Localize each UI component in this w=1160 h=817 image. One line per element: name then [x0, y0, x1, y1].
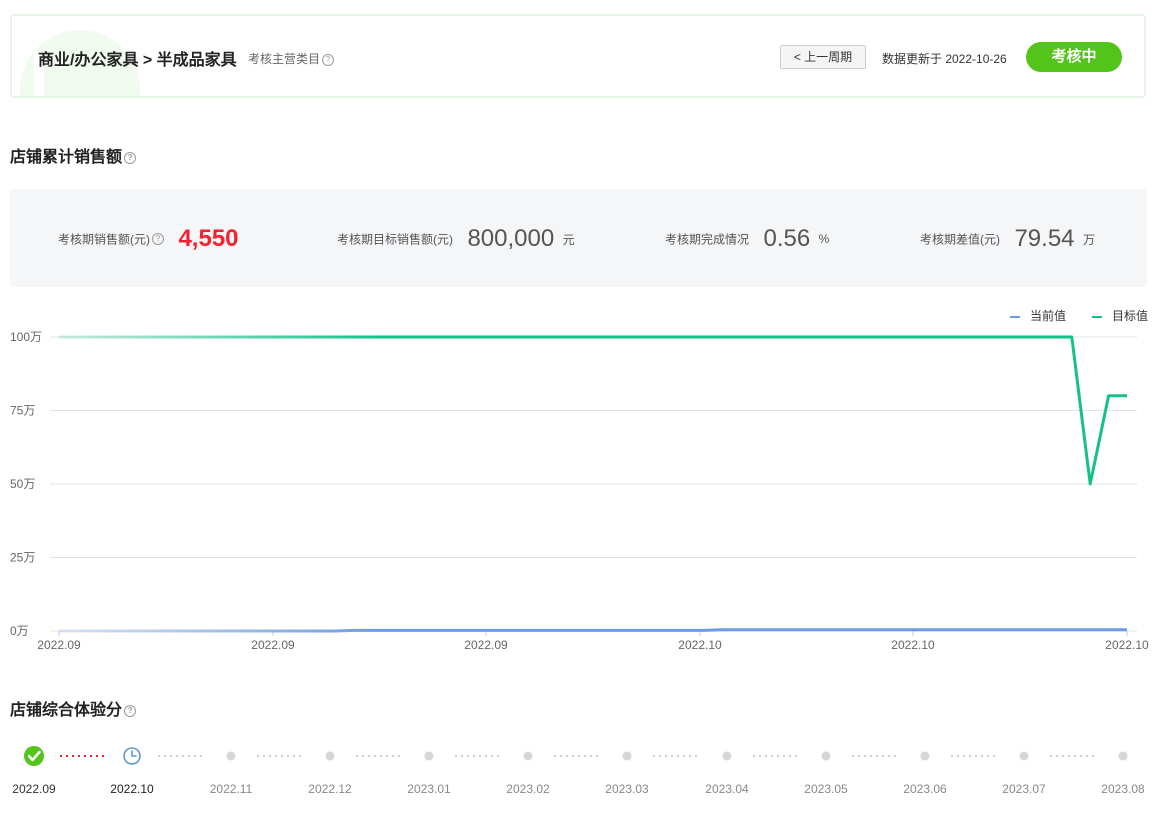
category-path: 商业/办公家具 > 半成品家具 — [38, 52, 237, 69]
stat-label: 考核期差值(元) — [920, 232, 1000, 247]
category-sub-label: 考核主营类目? — [248, 50, 335, 67]
stat-difference: 考核期差值(元) 79.54 万 — [920, 225, 1095, 253]
timeline-dot — [622, 751, 632, 761]
timeline-month-label: 2023.07 — [1002, 782, 1046, 796]
stat-value: 0.56 — [763, 225, 811, 252]
timeline-month-label: 2023.03 — [605, 782, 649, 796]
timeline-month-label: 2023.06 — [903, 782, 947, 796]
timeline-month-label: 2022.10 — [110, 782, 154, 796]
x-tick-label: 2022.09 — [464, 638, 508, 652]
series-line-current — [59, 628, 1127, 633]
timeline-month-label: 2022.12 — [308, 782, 352, 796]
timeline-dot — [920, 751, 930, 761]
timeline-dot — [226, 751, 236, 761]
help-icon[interactable]: ? — [124, 704, 137, 717]
x-tick-label: 2022.09 — [37, 638, 81, 652]
experience-section-title: 店铺综合体验分? — [10, 696, 137, 720]
y-tick-label: 100万 — [10, 330, 42, 344]
y-tick-label: 25万 — [10, 551, 35, 565]
experience-timeline — [24, 746, 1128, 766]
sales-section-title: 店铺累计销售额? — [10, 143, 137, 167]
stat-completion: 考核期完成情况 0.56 % — [665, 225, 829, 253]
x-tick-label: 2022.10 — [678, 638, 722, 652]
y-tick-label: 50万 — [10, 477, 35, 491]
timeline-month-label: 2023.01 — [407, 782, 451, 796]
timeline-dot — [424, 751, 434, 761]
check-circle-icon — [24, 746, 44, 766]
x-tick-label: 2022.10 — [891, 638, 935, 652]
timeline-dot — [821, 751, 831, 761]
timeline-month-label: 2023.08 — [1101, 782, 1145, 796]
timeline-dot — [722, 751, 732, 761]
timeline-dot — [1118, 751, 1128, 761]
stat-label: 考核期目标销售额(元) — [337, 232, 453, 247]
category-sub-text: 考核主营类目 — [248, 52, 321, 66]
timeline-dot — [1019, 751, 1029, 761]
sales-stats-card: 考核期销售额(元)? 4,550 考核期目标销售额(元) 800,000 元 考… — [10, 189, 1147, 287]
stat-value: 4,550 — [178, 225, 239, 252]
data-update-text: 数据更新于 2022-10-26 — [882, 52, 1007, 66]
timeline-month-label: 2023.04 — [705, 782, 749, 796]
stat-label: 考核期完成情况 — [665, 232, 750, 247]
stat-label: 考核期销售额(元) — [58, 232, 150, 247]
stat-value: 79.54 — [1014, 225, 1075, 252]
x-tick-label: 2022.10 — [1105, 638, 1149, 652]
sales-line-chart: 100万 75万 50万 25万 0万 2022.09 2022.09 2022.09 2022… — [10, 330, 1149, 652]
stat-unit: 元 — [562, 232, 575, 247]
assessment-header-card: 商业/办公家具 > 半成品家具 考核主营类目? < 上一周期 数据更新于 202… — [10, 14, 1146, 98]
x-tick-label: 2022.09 — [251, 638, 295, 652]
help-icon[interactable]: ? — [124, 151, 137, 164]
stat-unit: 万 — [1082, 232, 1095, 247]
sales-section-title-text: 店铺累计销售额 — [10, 149, 123, 166]
stat-unit: % — [818, 232, 830, 246]
stat-target-sales: 考核期目标销售额(元) 800,000 元 — [337, 225, 575, 253]
timeline-month-label: 2023.02 — [506, 782, 550, 796]
help-icon[interactable]: ? — [152, 233, 164, 245]
timeline-dot — [325, 751, 335, 761]
previous-cycle-button[interactable]: < 上一周期 — [780, 45, 866, 69]
timeline-month-label: 2022.11 — [209, 782, 253, 796]
timeline-dot — [523, 751, 533, 761]
help-icon[interactable]: ? — [322, 53, 335, 66]
status-badge: 考核中 — [1026, 42, 1122, 72]
timeline-month-label: 2022.09 — [12, 782, 56, 796]
stat-period-sales: 考核期销售额(元)? 4,550 — [58, 225, 239, 253]
y-tick-label: 75万 — [10, 404, 35, 418]
experience-section-title-text: 店铺综合体验分 — [10, 702, 123, 719]
timeline-month-label: 2023.05 — [804, 782, 848, 796]
y-tick-label: 0万 — [10, 624, 29, 638]
stat-value: 800,000 — [467, 225, 555, 252]
